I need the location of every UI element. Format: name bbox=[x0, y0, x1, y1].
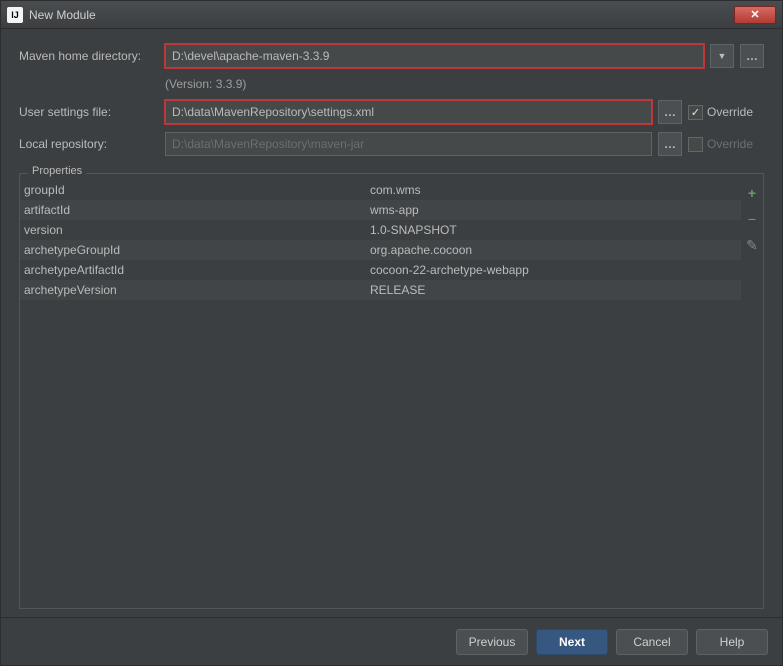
dialog-footer: Previous Next Cancel Help bbox=[1, 617, 782, 665]
local-repo-input: D:\data\MavenRepository\maven-jar bbox=[165, 132, 652, 156]
user-settings-override-label: Override bbox=[707, 105, 753, 119]
prop-key: groupId bbox=[20, 183, 370, 197]
properties-table: groupId com.wms artifactId wms-app versi… bbox=[20, 180, 741, 608]
prop-key: version bbox=[20, 223, 370, 237]
table-row[interactable]: artifactId wms-app bbox=[20, 200, 741, 220]
local-repo-override-checkbox[interactable] bbox=[688, 137, 703, 152]
user-settings-label: User settings file: bbox=[19, 105, 159, 119]
edit-property-button[interactable]: ✎ bbox=[743, 236, 761, 254]
previous-button[interactable]: Previous bbox=[456, 629, 528, 655]
local-repo-label: Local repository: bbox=[19, 137, 159, 151]
table-row[interactable]: groupId com.wms bbox=[20, 180, 741, 200]
minus-icon: − bbox=[748, 211, 756, 227]
prop-value: RELEASE bbox=[370, 283, 741, 297]
table-row[interactable]: archetypeGroupId org.apache.cocoon bbox=[20, 240, 741, 260]
close-icon: ✕ bbox=[750, 8, 759, 21]
maven-home-combo[interactable]: D:\devel\apache-maven-3.3.9 bbox=[165, 44, 704, 68]
table-row[interactable]: version 1.0-SNAPSHOT bbox=[20, 220, 741, 240]
prop-value: cocoon-22-archetype-webapp bbox=[370, 263, 741, 277]
prop-value: org.apache.cocoon bbox=[370, 243, 741, 257]
prop-value: com.wms bbox=[370, 183, 741, 197]
version-info-label: (Version: 3.3.9) bbox=[165, 77, 246, 91]
table-row[interactable]: archetypeVersion RELEASE bbox=[20, 280, 741, 300]
maven-home-dropdown-button[interactable]: ▼ bbox=[710, 44, 734, 68]
maven-home-browse-button[interactable]: … bbox=[740, 44, 764, 68]
edit-icon: ✎ bbox=[746, 237, 758, 254]
local-repo-row: Local repository: D:\data\MavenRepositor… bbox=[19, 131, 764, 157]
maven-home-row: Maven home directory: D:\devel\apache-ma… bbox=[19, 43, 764, 69]
titlebar: IJ New Module ✕ bbox=[1, 1, 782, 29]
maven-home-label: Maven home directory: bbox=[19, 49, 159, 63]
local-repo-override-label: Override bbox=[707, 137, 753, 151]
local-repo-override-wrap: Override bbox=[688, 137, 764, 152]
prop-key: archetypeVersion bbox=[20, 283, 370, 297]
local-repo-value: D:\data\MavenRepository\maven-jar bbox=[172, 137, 364, 151]
window-title: New Module bbox=[29, 8, 734, 22]
properties-panel-title: Properties bbox=[28, 165, 86, 177]
next-button[interactable]: Next bbox=[536, 629, 608, 655]
remove-property-button[interactable]: − bbox=[743, 210, 761, 228]
dialog-content: Maven home directory: D:\devel\apache-ma… bbox=[1, 29, 782, 617]
prop-key: archetypeGroupId bbox=[20, 243, 370, 257]
user-settings-input[interactable]: D:\data\MavenRepository\settings.xml bbox=[165, 100, 652, 124]
user-settings-override-checkbox[interactable] bbox=[688, 105, 703, 120]
chevron-down-icon: ▼ bbox=[718, 51, 727, 61]
properties-body: groupId com.wms artifactId wms-app versi… bbox=[20, 174, 763, 608]
prop-value: wms-app bbox=[370, 203, 741, 217]
user-settings-value: D:\data\MavenRepository\settings.xml bbox=[172, 105, 374, 119]
add-property-button[interactable]: + bbox=[743, 184, 761, 202]
properties-panel: Properties groupId com.wms artifactId wm… bbox=[19, 173, 764, 609]
help-button[interactable]: Help bbox=[696, 629, 768, 655]
close-button[interactable]: ✕ bbox=[734, 6, 776, 24]
prop-key: archetypeArtifactId bbox=[20, 263, 370, 277]
version-info-row: (Version: 3.3.9) bbox=[19, 75, 764, 93]
cancel-button[interactable]: Cancel bbox=[616, 629, 688, 655]
table-row[interactable]: archetypeArtifactId cocoon-22-archetype-… bbox=[20, 260, 741, 280]
user-settings-row: User settings file: D:\data\MavenReposit… bbox=[19, 99, 764, 125]
plus-icon: + bbox=[748, 185, 756, 201]
app-icon: IJ bbox=[7, 7, 23, 23]
ellipsis-icon: … bbox=[746, 49, 758, 63]
properties-toolbar: + − ✎ bbox=[741, 180, 763, 608]
prop-value: 1.0-SNAPSHOT bbox=[370, 223, 741, 237]
ellipsis-icon: … bbox=[664, 137, 676, 151]
dialog-window: IJ New Module ✕ Maven home directory: D:… bbox=[0, 0, 783, 666]
local-repo-browse-button[interactable]: … bbox=[658, 132, 682, 156]
user-settings-browse-button[interactable]: … bbox=[658, 100, 682, 124]
user-settings-override-wrap: Override bbox=[688, 105, 764, 120]
maven-home-value: D:\devel\apache-maven-3.3.9 bbox=[172, 49, 329, 63]
ellipsis-icon: … bbox=[664, 105, 676, 119]
prop-key: artifactId bbox=[20, 203, 370, 217]
